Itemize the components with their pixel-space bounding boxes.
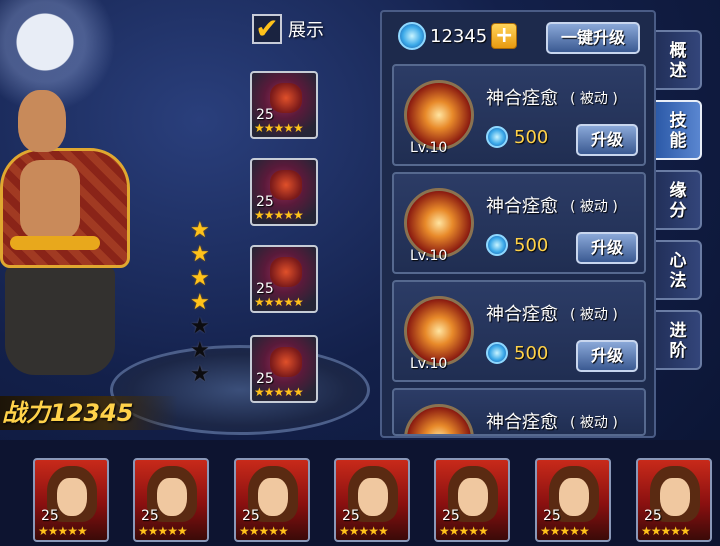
one-key-upgrade-button[interactable]: 一键升级 [546,22,640,54]
rank-stars: ★ ★ ★ ★ ★ ★ ★ [190,220,210,386]
skill-name: 神合痊愈 [486,88,558,109]
roster-hero-stars: ★★★★★ [138,524,188,538]
star-empty-icon: ★ [190,314,210,339]
tab-skills[interactable]: 技 能 [656,100,702,160]
roster-hero-card[interactable]: 25 ★★★★★ [636,458,712,542]
skill-row: 神合痊愈 ( 被动 ) [392,388,646,436]
skills-panel: 12345 + 一键升级 Lv.10 神合痊愈 ( 被动 ) 500 升级 Lv… [380,10,656,438]
star-filled-icon: ★ [190,266,210,291]
roster-hero-stars: ★★★★★ [239,524,289,538]
equipment-slot[interactable]: 25 ★★★★★ [250,245,318,313]
gem-icon [398,22,426,50]
roster-hero-stars: ★★★★★ [641,524,691,538]
equipment-icon [270,170,302,200]
equipment-stars: ★★★★★ [254,385,304,399]
skill-cost-value: 500 [514,126,549,148]
equipment-slot[interactable]: 25 ★★★★★ [250,71,318,139]
upgrade-button[interactable]: 升级 [576,232,638,264]
skill-type: ( 被动 ) [570,307,618,323]
skill-row: Lv.10 神合痊愈 ( 被动 ) 500 升级 [392,172,646,274]
equipment-slot[interactable]: 25 ★★★★★ [250,335,318,403]
tab-heart-method[interactable]: 心 法 [656,240,702,300]
roster-hero-card[interactable]: 25 ★★★★★ [434,458,510,542]
skill-name: 神合痊愈 [486,412,558,433]
skill-type: ( 被动 ) [570,199,618,215]
hero-chest [20,160,80,240]
roster-hero-level: 25 [41,508,59,524]
tab-fate[interactable]: 缘 分 [656,170,702,230]
equipment-stars: ★★★★★ [254,121,304,135]
skill-type: ( 被动 ) [570,91,618,107]
skill-cost: 500 [486,126,548,148]
currency-value: 12345 [430,25,488,47]
roster-hero-level: 25 [543,508,561,524]
roster-hero-stars: ★★★★★ [339,524,389,538]
star-filled-icon: ★ [190,242,210,267]
hero-belt [10,236,100,250]
display-toggle[interactable]: ✔ 展示 [252,14,324,44]
upgrade-button[interactable]: 升级 [576,340,638,372]
upgrade-button[interactable]: 升级 [576,124,638,156]
hero-face [57,478,87,516]
skill-type: ( 被动 ) [570,415,618,431]
roster-hero-card[interactable]: 25 ★★★★★ [234,458,310,542]
star-filled-icon: ★ [190,218,210,243]
roster-hero-level: 25 [141,508,159,524]
currency-display: 12345 + [398,22,518,50]
skill-cost: 500 [486,342,548,364]
skill-level: Lv.10 [410,248,448,264]
roster-hero-stars: ★★★★★ [540,524,590,538]
hero-face [258,478,288,516]
hero-roster: 25 ★★★★★ 25 ★★★★★ 25 ★★★★★ 25 ★★★★★ 25 ★★★★★ 25 ★★★… [0,440,720,546]
skill-cost-value: 500 [514,234,549,256]
skill-row: Lv.10 神合痊愈 ( 被动 ) 500 升级 [392,280,646,382]
roster-hero-card[interactable]: 25 ★★★★★ [33,458,109,542]
roster-hero-card[interactable]: 25 ★★★★★ [133,458,209,542]
gem-icon [486,342,508,364]
skill-name: 神合痊愈 [486,304,558,325]
skill-cost: 500 [486,234,548,256]
equipment-stars: ★★★★★ [254,208,304,222]
star-empty-icon: ★ [190,338,210,363]
hero-head [18,90,66,152]
gem-icon [486,234,508,256]
star-filled-icon: ★ [190,290,210,315]
tab-overview[interactable]: 概 述 [656,30,702,90]
skill-name: 神合痊愈 [486,196,558,217]
equipment-slot[interactable]: 25 ★★★★★ [250,158,318,226]
hero-portrait[interactable] [0,90,140,390]
hero-face [157,478,187,516]
display-checkbox[interactable]: ✔ [252,14,282,44]
equipment-icon [270,257,302,287]
roster-hero-level: 25 [242,508,260,524]
hero-face [559,478,589,516]
equipment-icon [270,347,302,377]
skill-icon [404,404,474,434]
equipment-stars: ★★★★★ [254,295,304,309]
roster-hero-level: 25 [342,508,360,524]
combat-power: 战力12345 [0,396,178,430]
tab-advance[interactable]: 进 阶 [656,310,702,370]
hero-legs [5,265,115,375]
roster-hero-stars: ★★★★★ [38,524,88,538]
roster-hero-card[interactable]: 25 ★★★★★ [334,458,410,542]
roster-hero-stars: ★★★★★ [439,524,489,538]
hero-face [358,478,388,516]
star-empty-icon: ★ [190,362,210,387]
roster-hero-level: 25 [442,508,460,524]
hero-face [660,478,690,516]
skill-level: Lv.10 [410,356,448,372]
skill-level: Lv.10 [410,140,448,156]
gem-icon [486,126,508,148]
skill-cost-value: 500 [514,342,549,364]
hero-face [458,478,488,516]
equipment-icon [270,83,302,113]
roster-hero-card[interactable]: 25 ★★★★★ [535,458,611,542]
roster-hero-level: 25 [644,508,662,524]
display-label: 展示 [288,20,324,41]
skill-row: Lv.10 神合痊愈 ( 被动 ) 500 升级 [392,64,646,166]
add-currency-button[interactable]: + [491,23,518,49]
